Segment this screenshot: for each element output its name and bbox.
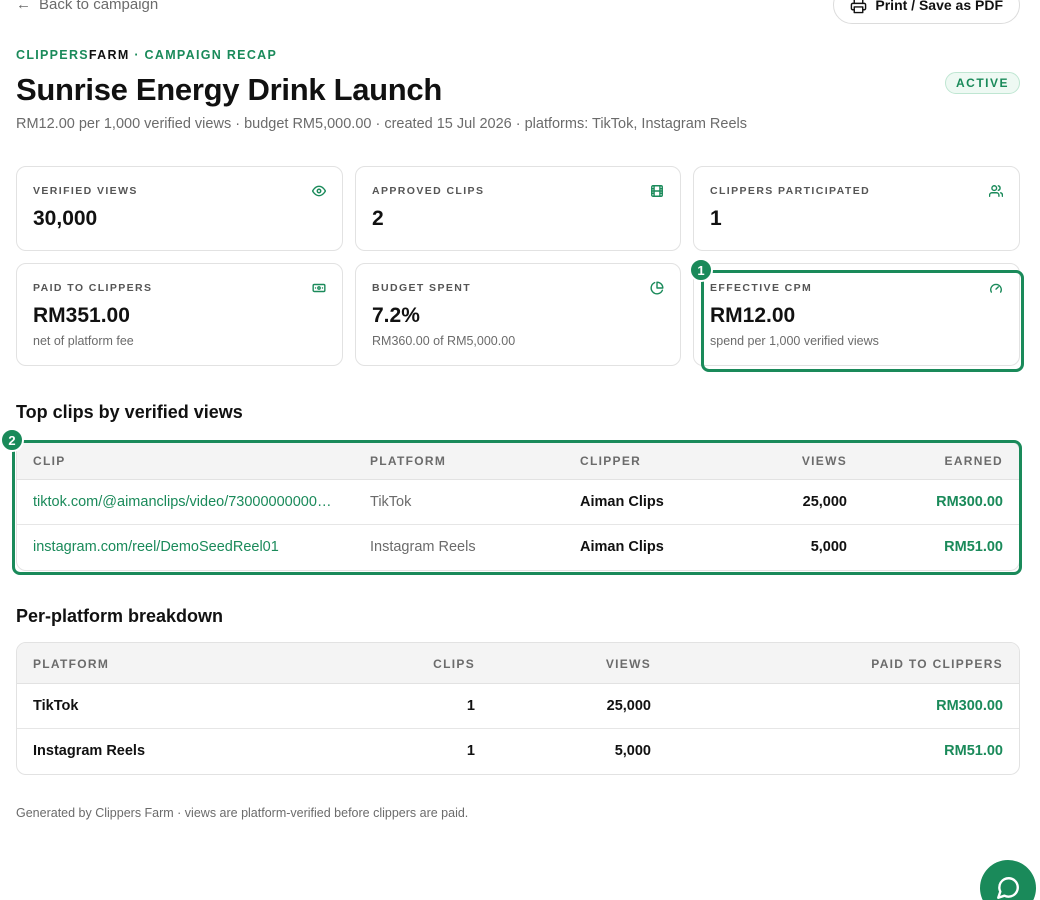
table-row: instagram.com/reel/DemoSeedReel01 Instag…	[17, 525, 1019, 570]
stat-value: 30,000	[33, 207, 98, 230]
platform-breakdown-heading: Per-platform breakdown	[16, 606, 224, 626]
film-icon	[650, 184, 664, 198]
top-clips-heading: Top clips by verified views	[16, 402, 243, 422]
stat-label: CLIPPERS PARTICIPATED	[710, 185, 871, 197]
stat-value: RM351.00	[33, 304, 130, 327]
platform-clips: 1	[466, 743, 475, 759]
stat-label: PAID TO CLIPPERS	[33, 282, 153, 294]
campaign-subtitle: RM12.00 per 1,000 verified views · budge…	[16, 116, 747, 132]
stat-card-clippers-participated: CLIPPERS PARTICIPATED 1	[693, 166, 1020, 251]
platform-name: TikTok	[33, 698, 79, 714]
th-platform: PLATFORM	[370, 454, 447, 468]
platform-views: 25,000	[606, 698, 651, 714]
print-button-label: Print / Save as PDF	[875, 0, 1003, 13]
arrow-left-icon: ←	[16, 0, 31, 13]
pie-chart-icon	[650, 281, 664, 295]
back-to-campaign-link[interactable]: ← Back to campaign	[16, 0, 158, 13]
th-views: VIEWS	[801, 454, 847, 468]
clip-views: 5,000	[810, 539, 847, 555]
clip-link[interactable]: instagram.com/reel/DemoSeedReel01	[33, 539, 279, 555]
clip-platform: TikTok	[370, 494, 412, 510]
table-row: tiktok.com/@aimanclips/video/73000000000…	[17, 480, 1019, 525]
top-clips-table: CLIP PLATFORM CLIPPER VIEWS EARNED tikto…	[16, 441, 1020, 571]
stat-card-verified-views: VERIFIED VIEWS 30,000	[16, 166, 343, 251]
status-badge: ACTIVE	[944, 72, 1020, 94]
th-paid: PAID TO CLIPPERS	[871, 657, 1003, 671]
stat-value: 7.2%	[372, 304, 420, 327]
marker-badge-2: 2	[0, 428, 24, 452]
stat-label: BUDGET SPENT	[372, 282, 472, 294]
stat-value: 2	[372, 207, 384, 230]
th-views: VIEWS	[605, 657, 651, 671]
stat-card-paid-to-clippers: PAID TO CLIPPERS RM351.00 net of platfor…	[16, 263, 343, 366]
th-earned: EARNED	[944, 454, 1003, 468]
eye-icon	[312, 184, 326, 198]
stat-sub: net of platform fee	[33, 334, 134, 348]
clip-earned: RM51.00	[944, 539, 1003, 555]
stat-label: EFFECTIVE CPM	[710, 282, 813, 294]
users-icon	[989, 184, 1003, 198]
table-header: CLIP PLATFORM CLIPPER VIEWS EARNED	[17, 442, 1019, 480]
platform-breakdown-table: PLATFORM CLIPS VIEWS PAID TO CLIPPERS Ti…	[16, 642, 1020, 775]
clip-clipper: Aiman Clips	[580, 539, 664, 555]
stat-label: VERIFIED VIEWS	[33, 185, 138, 197]
chat-button[interactable]	[980, 860, 1036, 900]
stat-value: RM12.00	[710, 304, 796, 327]
printer-icon	[851, 0, 867, 13]
stat-sub: RM360.00 of RM5,000.00	[372, 334, 516, 348]
brand-farm: FARM	[88, 48, 130, 62]
stat-sub: spend per 1,000 verified views	[710, 334, 879, 348]
brand-clippers: CLIPPERS	[16, 48, 89, 62]
platform-paid: RM300.00	[936, 698, 1003, 714]
print-button[interactable]: Print / Save as PDF	[833, 0, 1020, 24]
clip-link[interactable]: tiktok.com/@aimanclips/video/73000000000…	[33, 494, 339, 510]
clip-clipper: Aiman Clips	[580, 494, 664, 510]
footer-note: Generated by Clippers Farm · views are p…	[16, 806, 469, 820]
platform-name: Instagram Reels	[33, 743, 146, 759]
table-row: TikTok 1 25,000 RM300.00	[17, 684, 1019, 729]
page-title: Sunrise Energy Drink Launch	[16, 72, 443, 107]
marker-badge-1: 1	[689, 258, 713, 282]
stat-card-budget-spent: BUDGET SPENT 7.2% RM360.00 of RM5,000.00	[355, 263, 681, 366]
platform-paid: RM51.00	[944, 743, 1003, 759]
stat-card-approved-clips: APPROVED CLIPS 2	[355, 166, 681, 251]
clip-views: 25,000	[802, 494, 847, 510]
platform-clips: 1	[466, 698, 475, 714]
gauge-icon	[989, 281, 1003, 295]
platform-views: 5,000	[614, 743, 651, 759]
eyebrow-suffix: · CAMPAIGN RECAP	[129, 48, 278, 62]
campaign-eyebrow: CLIPPERSFARM · CAMPAIGN RECAP	[16, 48, 277, 62]
th-clipper: CLIPPER	[580, 454, 642, 468]
stat-value: 1	[710, 207, 722, 230]
cash-icon	[312, 281, 326, 295]
clip-earned: RM300.00	[936, 494, 1003, 510]
back-link-label: Back to campaign	[39, 0, 159, 13]
th-platform: PLATFORM	[33, 657, 110, 671]
clip-platform: Instagram Reels	[370, 539, 476, 555]
stat-label: APPROVED CLIPS	[372, 185, 485, 197]
table-row: Instagram Reels 1 5,000 RM51.00	[17, 729, 1019, 774]
chat-bubble-icon	[997, 877, 1019, 899]
th-clips: CLIPS	[433, 657, 475, 671]
stat-card-effective-cpm: EFFECTIVE CPM RM12.00 spend per 1,000 ve…	[693, 263, 1020, 366]
th-clip: CLIP	[33, 454, 66, 468]
table-header: PLATFORM CLIPS VIEWS PAID TO CLIPPERS	[17, 643, 1019, 684]
